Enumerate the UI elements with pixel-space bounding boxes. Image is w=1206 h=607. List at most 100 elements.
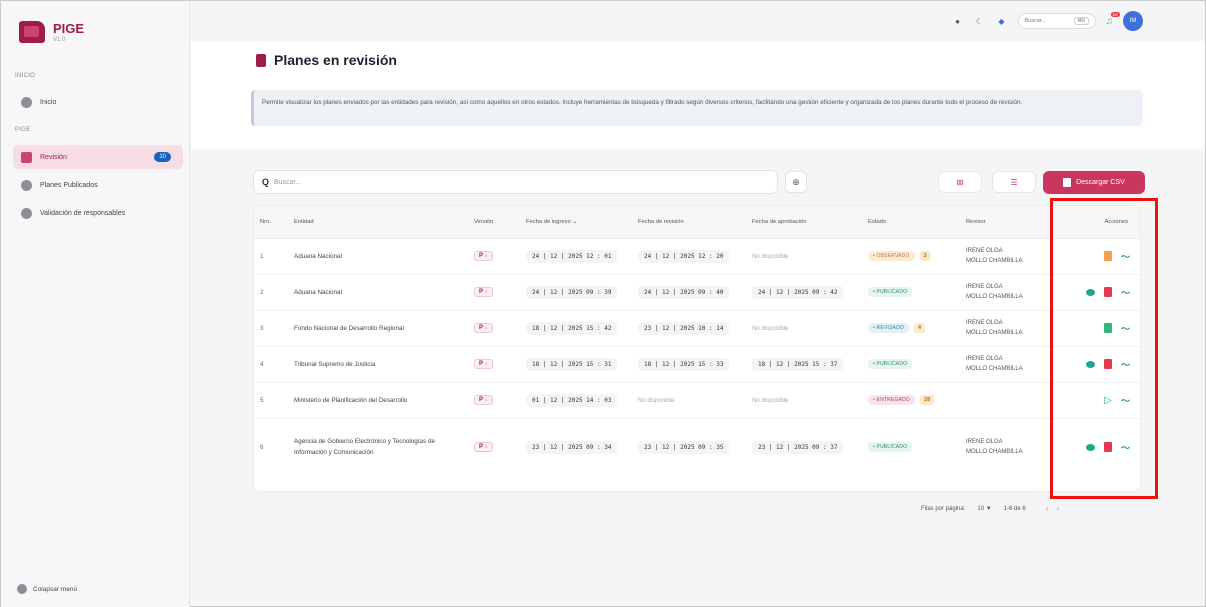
row-num: 6: [254, 417, 288, 476]
revisor-surname: MOLLO CHAMBILLA: [966, 294, 1023, 300]
sidebar-item-inicio[interactable]: Inicio: [13, 90, 183, 114]
row-revisor: IRENE OLGA MOLLO CHAMBILLA: [960, 237, 1044, 274]
sun-icon[interactable]: ●: [952, 15, 964, 27]
pagination-arrows[interactable]: ‹›: [1046, 504, 1067, 513]
observation-count: 28: [920, 395, 935, 405]
revisor-name: IRENE OLGA: [966, 439, 1003, 446]
revisor-surname: MOLLO CHAMBILLA: [966, 366, 1023, 372]
table-row: 3 Fondo Nacional de Desarrollo Regional …: [254, 309, 1140, 346]
bell-icon[interactable]: ♫ 10: [1106, 11, 1120, 27]
version-badge[interactable]: P1: [474, 442, 493, 453]
version-number: 1: [485, 397, 488, 402]
sidebar-item-label: Planes Publicados: [40, 181, 98, 189]
row-revisor: IRENE OLGA MOLLO CHAMBILLA: [960, 417, 1044, 476]
pagination-range: 1-6 de 6: [1003, 505, 1026, 512]
notification-badge: 10: [1110, 11, 1120, 17]
version-letter: P: [479, 289, 484, 295]
version-letter: P: [479, 397, 484, 403]
download-csv-button[interactable]: Descargar CSV: [1043, 171, 1145, 194]
pagination: Filas por página: 10 ▼ 1-6 de 6 ‹›: [921, 504, 1067, 513]
shield-icon[interactable]: ◆: [996, 15, 1008, 27]
header-fecha-aprobacion[interactable]: Fecha de aprobación: [746, 206, 862, 238]
fecha-revision: 23 | 12 | 2025 10 : 14: [638, 321, 730, 335]
version-letter: P: [479, 325, 484, 331]
avatar[interactable]: IM: [1123, 11, 1143, 31]
row-num: 4: [254, 345, 288, 382]
version-number: 1: [485, 361, 488, 366]
version-letter: P: [479, 444, 484, 451]
header-revisor[interactable]: Revisor: [960, 206, 1044, 238]
global-search-placeholder: Buscar...: [1024, 18, 1046, 24]
header-fecha-revision[interactable]: Fecha de revisión: [632, 206, 746, 238]
chevron-right-icon[interactable]: ›: [1056, 504, 1067, 513]
clipboard-icon: [256, 53, 266, 67]
header-fecha-ingreso[interactable]: Fecha de ingreso ⌄: [520, 206, 632, 238]
status-badge: • PUBLICADO: [868, 359, 913, 369]
search-icon: Q: [262, 177, 270, 187]
fecha-revision: 18 | 12 | 2025 15 : 33: [638, 357, 730, 371]
version-badge[interactable]: P1: [474, 323, 493, 333]
status-badge: • PUBLICADO: [868, 442, 913, 453]
version-badge[interactable]: P2: [474, 251, 493, 261]
rows-per-page-select[interactable]: 10 ▼: [977, 506, 991, 512]
header-version[interactable]: Versión: [468, 206, 520, 238]
fecha-aprobacion: 18 | 12 | 2025 15 : 37: [752, 357, 844, 371]
actions-highlight-box: [1050, 198, 1158, 499]
plans-table: Nro. Entidad Versión Fecha de ingreso ⌄ …: [253, 205, 1141, 492]
file-icon: [1063, 178, 1072, 187]
sidebar-item-label: Revisión: [40, 153, 67, 161]
clear-icon: ⊠: [956, 177, 964, 187]
fecha-ingreso: 18 | 12 | 2025 15 : 42: [526, 321, 618, 335]
table-row: 6 Agencia de Gobierno Electrónico y Tecn…: [254, 417, 1140, 476]
table-row: 2 Aduana Nacional P1 24 | 12 | 2025 09 :…: [254, 273, 1140, 310]
version-letter: P: [479, 361, 484, 367]
observation-count: 3: [919, 251, 931, 261]
version-badge[interactable]: P1: [474, 359, 493, 369]
header-entidad[interactable]: Entidad: [288, 206, 468, 238]
row-num: 5: [254, 381, 288, 418]
home-icon: [21, 96, 32, 108]
fecha-ingreso: 18 | 12 | 2025 15 : 31: [526, 357, 618, 371]
fecha-ingreso: 01 | 12 | 2025 14 : 03: [526, 393, 618, 407]
row-entidad: Aduana Nacional: [288, 273, 468, 310]
rows-per-page-label: Filas por página:: [921, 505, 966, 512]
revisor-name: IRENE OLGA: [966, 284, 1003, 290]
revisor-surname: MOLLO CHAMBILLA: [966, 330, 1023, 336]
version-badge[interactable]: P1: [474, 287, 493, 297]
sidebar-item-revision[interactable]: Revisión 10: [13, 145, 183, 169]
sidebar-item-planes-publicados[interactable]: Planes Publicados: [13, 173, 183, 197]
clipboard-icon: [21, 151, 32, 163]
filter-button[interactable]: ⊕: [785, 171, 807, 193]
table-row: 5 Ministerio de Planificación del Desarr…: [254, 381, 1140, 418]
header-estado[interactable]: Estado: [862, 206, 960, 238]
fecha-aprobacion: 23 | 12 | 2025 09 : 37: [752, 440, 844, 454]
sidebar-section-inicio: INICIO: [15, 73, 36, 79]
version-number: 1: [485, 289, 488, 294]
chevron-left-icon[interactable]: ‹: [1046, 504, 1057, 513]
moon-icon[interactable]: ☾: [974, 15, 986, 27]
row-num: 1: [254, 237, 288, 274]
app-logo[interactable]: PIGE V1.0: [19, 21, 84, 43]
page-title: Planes en revisión: [256, 52, 397, 68]
revisor-name: IRENE OLGA: [966, 320, 1003, 326]
global-search[interactable]: Buscar... ⌘K: [1017, 13, 1096, 29]
status-badge: • REVISADO: [868, 323, 909, 333]
version-number: 1: [485, 325, 488, 330]
status-badge: • OBSERVADO: [868, 251, 915, 261]
row-num: 3: [254, 309, 288, 346]
table-search-placeholder: Buscar...: [274, 178, 302, 186]
table-search-input[interactable]: Q Buscar...: [253, 170, 778, 194]
collapse-label: Colapsar menú: [33, 585, 78, 593]
revisor-surname: MOLLO CHAMBILLA: [966, 449, 1023, 456]
fecha-aprobacion: No disponible: [752, 253, 789, 260]
collapse-menu-button[interactable]: Colapsar menú: [17, 584, 77, 594]
version-badge[interactable]: P1: [474, 395, 493, 405]
header-num: Nro.: [254, 206, 288, 238]
sidebar-item-validacion[interactable]: Validación de responsables: [13, 201, 183, 225]
search-shortcut: ⌘K: [1074, 17, 1089, 25]
table-header-row: Nro. Entidad Versión Fecha de ingreso ⌄ …: [254, 206, 1140, 238]
columns-button[interactable]: ☰: [992, 171, 1036, 193]
app-version: V1.0: [53, 36, 66, 43]
clear-filters-button[interactable]: ⊠: [938, 171, 982, 193]
download-csv-label: Descargar CSV: [1076, 179, 1125, 186]
